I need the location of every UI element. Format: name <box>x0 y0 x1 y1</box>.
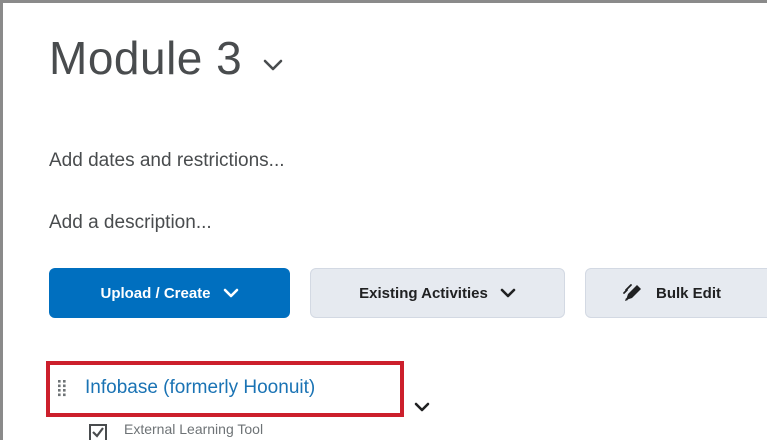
module-title-row: Module 3 <box>49 23 284 93</box>
chevron-down-icon <box>223 288 238 298</box>
bulk-edit-button[interactable]: Bulk Edit <box>585 268 767 318</box>
bulk-edit-label: Bulk Edit <box>656 284 722 302</box>
existing-activities-label: Existing Activities <box>359 284 488 302</box>
add-dates-restrictions-link[interactable]: Add dates and restrictions... <box>49 149 285 173</box>
upload-create-label: Upload / Create <box>100 284 211 302</box>
existing-activities-button[interactable]: Existing Activities <box>310 268 565 318</box>
chevron-down-icon <box>500 288 516 298</box>
module-title: Module 3 <box>49 32 243 84</box>
chevron-down-icon[interactable] <box>413 401 431 413</box>
add-description-link[interactable]: Add a description... <box>49 211 212 235</box>
topic-title-link[interactable]: Infobase (formerly Hoonuit) <box>85 375 315 401</box>
drag-handle-icon[interactable] <box>57 379 67 397</box>
checkbox-icon <box>89 424 107 440</box>
topic-type-label: External Learning Tool <box>124 421 264 437</box>
chevron-down-icon[interactable] <box>262 58 284 72</box>
pencil-icon <box>623 284 641 301</box>
upload-create-button[interactable]: Upload / Create <box>49 268 290 318</box>
content-frame: Module 3 Add dates and restrictions... A… <box>0 0 767 440</box>
